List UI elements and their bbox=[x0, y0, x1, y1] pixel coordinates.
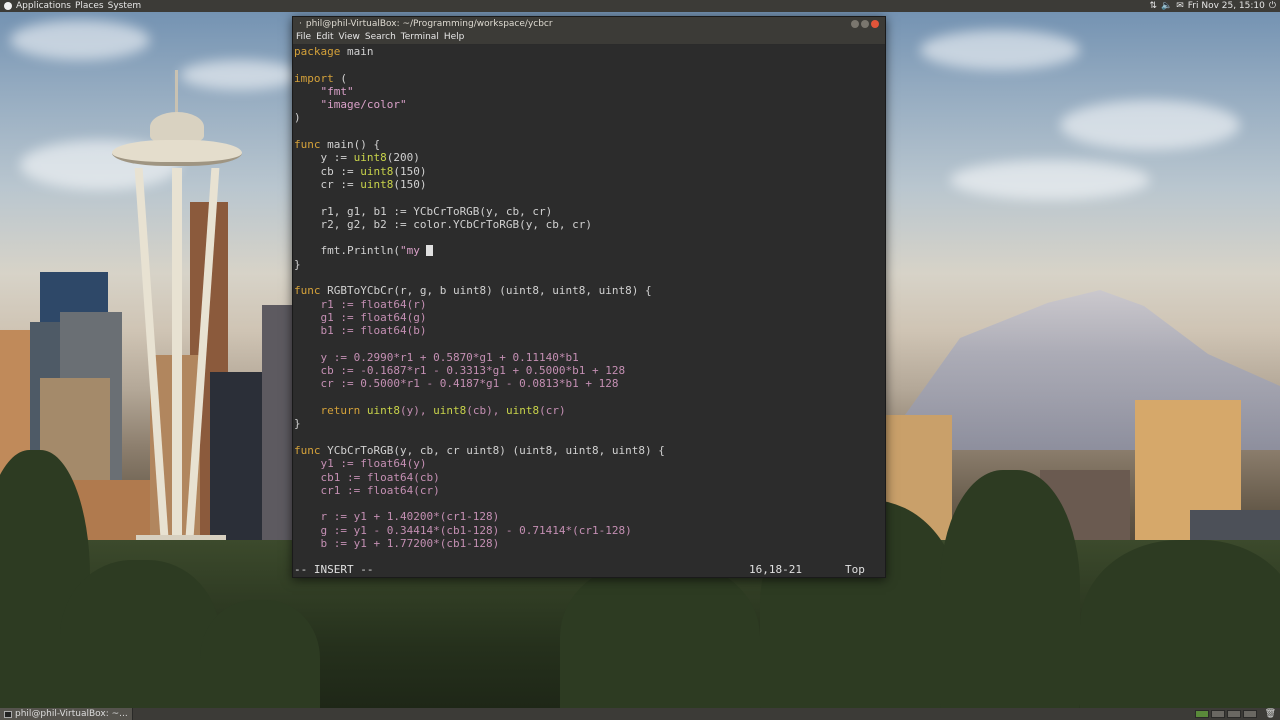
taskbar-terminal-button[interactable]: phil@phil-VirtualBox: ~... bbox=[0, 708, 133, 720]
ubuntu-logo-icon[interactable] bbox=[4, 2, 12, 10]
scroll-indicator: Top bbox=[845, 563, 865, 576]
code-line: cr := uint8(150) bbox=[294, 177, 427, 191]
vim-editor[interactable]: package main import ( "fmt" "image/color"… bbox=[294, 45, 885, 563]
vim-statusline: -- INSERT -- 16,18-21 Top bbox=[294, 563, 885, 577]
minimize-button[interactable] bbox=[851, 20, 859, 28]
menu-edit[interactable]: Edit bbox=[316, 31, 333, 44]
code-line: } bbox=[294, 417, 301, 431]
code-line: r1, g1, b1 := YCbCrToRGB(y, cb, cr) bbox=[294, 204, 553, 218]
code-line: b1 := float64(b) bbox=[294, 324, 427, 338]
code-line: package main bbox=[294, 45, 374, 58]
code-line: cb1 := float64(cb) bbox=[294, 470, 440, 484]
code-line: b := y1 + 1.77200*(cb1-128) bbox=[294, 536, 500, 550]
code-line: g := y1 - 0.34414*(cb1-128) - 0.71414*(c… bbox=[294, 523, 632, 537]
code-line: r1 := float64(r) bbox=[294, 297, 427, 311]
code-line: y := 0.2990*r1 + 0.5870*g1 + 0.11140*b1 bbox=[294, 350, 579, 364]
menu-system[interactable]: System bbox=[108, 0, 142, 12]
menu-places[interactable]: Places bbox=[75, 0, 104, 12]
code-line: cr := 0.5000*r1 - 0.4187*g1 - 0.0813*b1 … bbox=[294, 377, 619, 391]
maximize-button[interactable] bbox=[861, 20, 869, 28]
workspace-4[interactable] bbox=[1242, 710, 1257, 718]
code-line: y1 := float64(y) bbox=[294, 457, 427, 471]
text-cursor bbox=[426, 245, 434, 257]
power-icon[interactable]: ⏻ bbox=[1269, 0, 1276, 12]
workspace-2[interactable] bbox=[1210, 710, 1225, 718]
workspace-3[interactable] bbox=[1226, 710, 1241, 718]
code-line: return uint8(y), uint8(cb), uint8(cr) bbox=[320, 404, 566, 418]
window-title: phil@phil-VirtualBox: ~/Programming/work… bbox=[305, 19, 553, 29]
code-line: func main() { bbox=[294, 138, 381, 152]
volume-icon[interactable]: 🔈 bbox=[1161, 0, 1172, 12]
code-line: cb := uint8(150) bbox=[294, 164, 427, 178]
code-line: r := y1 + 1.40200*(cr1-128) bbox=[294, 510, 500, 524]
menu-file[interactable]: File bbox=[296, 31, 311, 44]
panel-menus: Applications Places System bbox=[4, 0, 141, 12]
code-line: "image/color" bbox=[320, 98, 407, 112]
menu-terminal[interactable]: Terminal bbox=[401, 31, 439, 44]
mail-icon[interactable]: ✉ bbox=[1176, 0, 1184, 12]
code-line: "fmt" bbox=[320, 84, 354, 98]
network-icon[interactable]: ⇅ bbox=[1149, 0, 1157, 12]
workspace-switcher[interactable] bbox=[1191, 710, 1261, 718]
terminal-icon bbox=[4, 710, 12, 718]
menu-applications[interactable]: Applications bbox=[16, 0, 71, 12]
code-line: r2, g2, b2 := color.YCbCrToRGB(y, cb, cr… bbox=[294, 217, 593, 231]
menu-view[interactable]: View bbox=[339, 31, 360, 44]
code-line: cb := -0.1687*r1 - 0.3313*g1 + 0.5000*b1… bbox=[294, 364, 626, 378]
panel-clock[interactable]: Fri Nov 25, 15:10 bbox=[1188, 0, 1265, 12]
code-line: cr1 := float64(cr) bbox=[294, 483, 440, 497]
trash-icon[interactable]: 🗑 bbox=[1261, 708, 1280, 720]
cursor-position: 16,18-21 bbox=[749, 563, 802, 576]
window-menu-icon[interactable]: · bbox=[299, 17, 302, 31]
code-line: func RGBToYCbCr(r, g, b uint8) (uint8, u… bbox=[294, 284, 652, 298]
top-panel: Applications Places System ⇅ 🔈 ✉ Fri Nov… bbox=[0, 0, 1280, 12]
system-tray: ⇅ 🔈 ✉ Fri Nov 25, 15:10 ⏻ bbox=[1149, 0, 1276, 12]
vim-mode: -- INSERT -- bbox=[294, 563, 374, 576]
menu-search[interactable]: Search bbox=[365, 31, 396, 44]
code-line: func YCbCrToRGB(y, cb, cr uint8) (uint8,… bbox=[294, 443, 665, 457]
taskbar-label: phil@phil-VirtualBox: ~... bbox=[15, 709, 128, 719]
code-line: import ( bbox=[294, 71, 347, 85]
terminal-menubar: File Edit View Search Terminal Help bbox=[293, 31, 885, 44]
code-line: } bbox=[294, 257, 301, 271]
code-line: y := uint8(200) bbox=[294, 151, 420, 165]
bottom-panel: phil@phil-VirtualBox: ~... 🗑 bbox=[0, 708, 1280, 720]
code-line: g1 := float64(g) bbox=[294, 310, 427, 324]
terminal-window[interactable]: · phil@phil-VirtualBox: ~/Programming/wo… bbox=[292, 16, 886, 578]
menu-help[interactable]: Help bbox=[444, 31, 465, 44]
window-titlebar[interactable]: · phil@phil-VirtualBox: ~/Programming/wo… bbox=[293, 17, 885, 31]
code-line: ) bbox=[294, 111, 301, 125]
workspace-1[interactable] bbox=[1194, 710, 1209, 718]
code-line: fmt.Println("my bbox=[294, 244, 885, 257]
close-button[interactable] bbox=[871, 20, 879, 28]
